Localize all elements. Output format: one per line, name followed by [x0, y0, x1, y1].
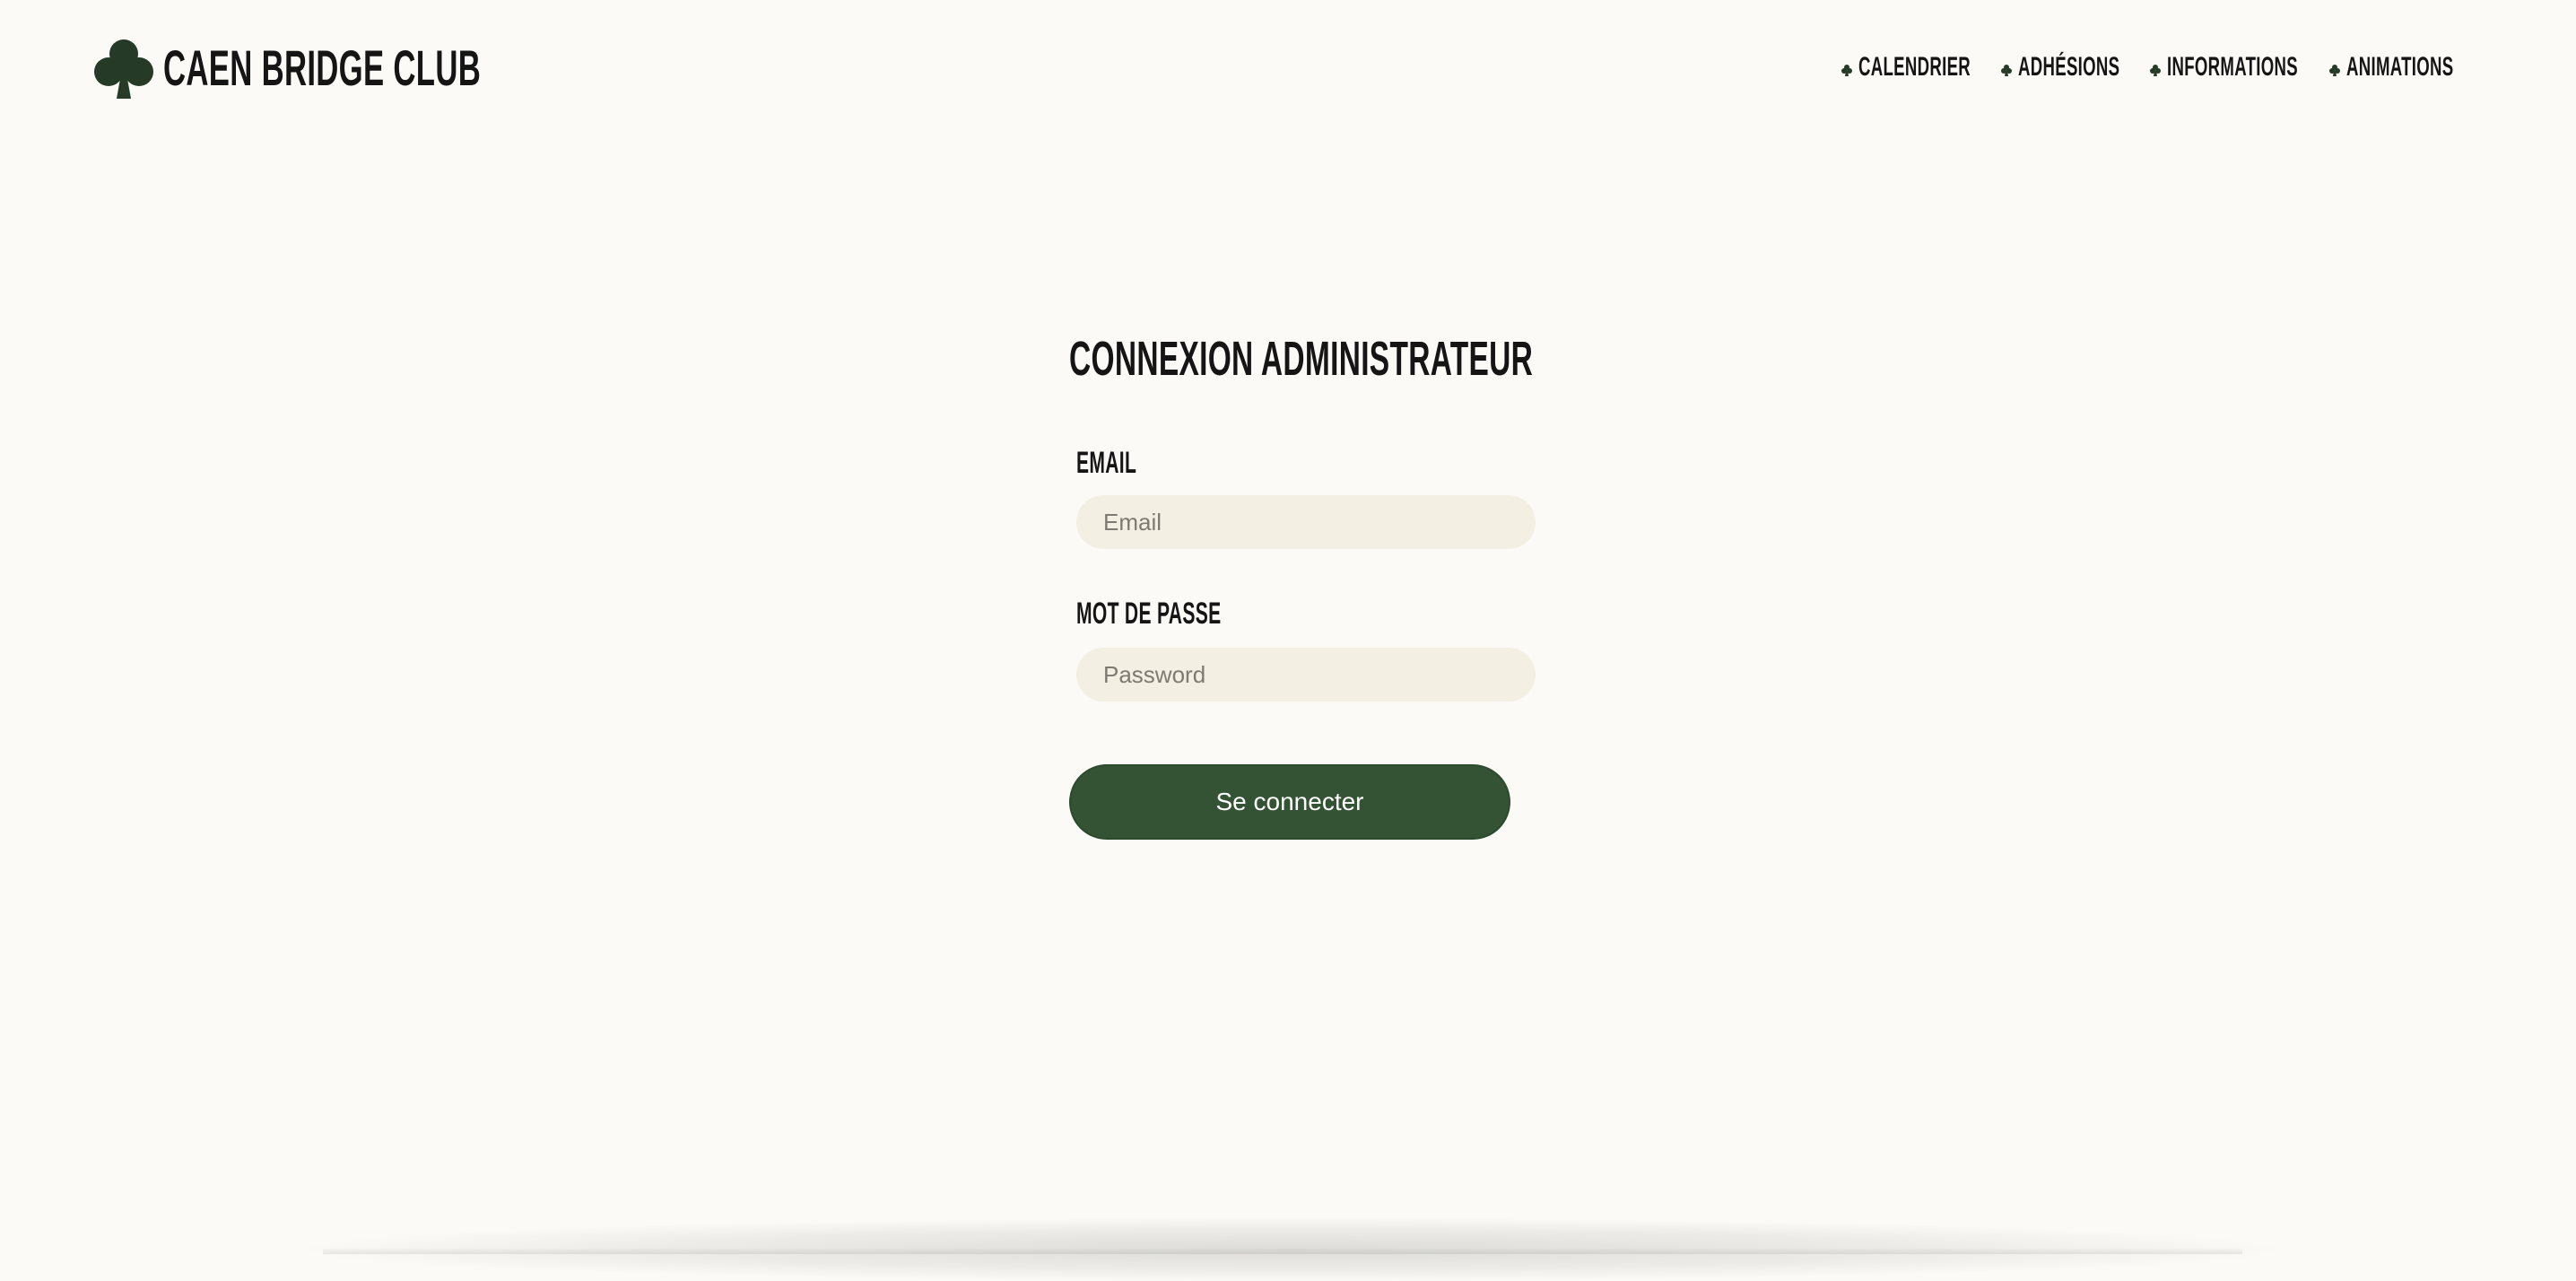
password-label: MOT DE PASSE [1076, 597, 1222, 631]
nav-label: ADHÉSIONS [2018, 52, 2120, 82]
email-label: EMAIL [1076, 446, 1137, 480]
nav-label: ANIMATIONS [2346, 52, 2454, 82]
login-submit-button[interactable]: Se connecter [1069, 764, 1510, 840]
brand-title: CAEN BRIDGE CLUB [163, 39, 482, 96]
password-field[interactable] [1076, 648, 1536, 702]
club-suit-icon [2329, 65, 2340, 76]
email-field[interactable] [1076, 495, 1536, 549]
site-header: CAEN BRIDGE CLUB CALENDRIER ADHÉSIONS IN… [0, 0, 2576, 135]
brand-home-link[interactable]: CAEN BRIDGE CLUB [91, 36, 481, 100]
bottom-section-edge [323, 1249, 2242, 1254]
club-suit-icon [94, 39, 153, 99]
club-suit-icon [1841, 65, 1852, 76]
nav-label: INFORMATIONS [2167, 52, 2298, 82]
main-nav: CALENDRIER ADHÉSIONS INFORMATIONS ANIMAT… [1841, 52, 2468, 83]
nav-item-animations[interactable]: ANIMATIONS [2328, 52, 2519, 83]
page-title: CONNEXION ADMINISTRATEUR [1069, 332, 1534, 386]
club-suit-icon [2150, 65, 2161, 76]
nav-label: CALENDRIER [1858, 52, 1971, 82]
club-suit-icon [2001, 65, 2012, 76]
